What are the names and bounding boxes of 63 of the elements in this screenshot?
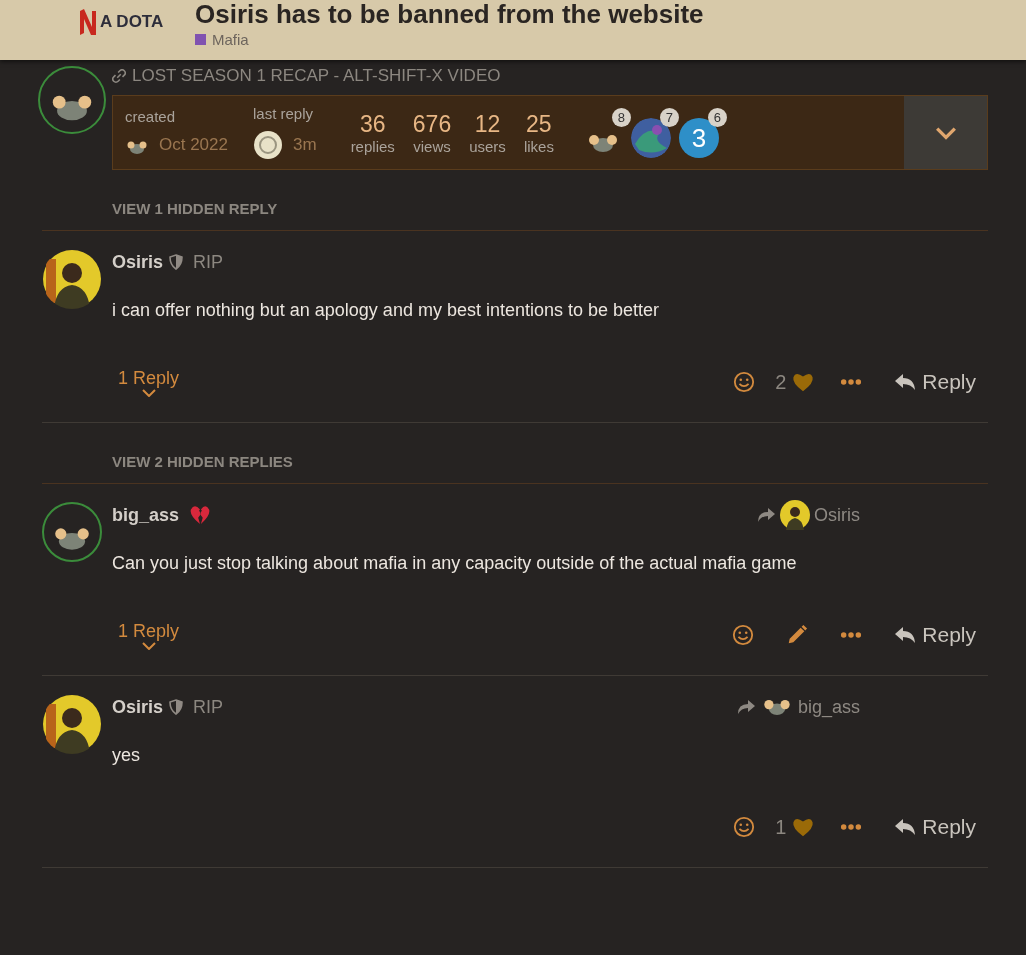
stat-label: likes <box>523 137 554 155</box>
avatar-icon[interactable] <box>38 66 106 134</box>
stat-label: views <box>413 137 451 155</box>
reply-button[interactable]: Reply <box>882 815 988 839</box>
stat-label: replies <box>350 137 395 155</box>
reply-arrow-icon <box>894 626 917 644</box>
avatar-icon <box>780 500 810 530</box>
author-name[interactable]: Osiris <box>112 251 164 273</box>
stat-value: 25 <box>526 110 552 138</box>
last-reply-time: 3m <box>293 135 317 155</box>
user-title: RIP <box>193 251 224 273</box>
last-reply-label: last reply <box>253 105 315 122</box>
avatar-icon[interactable] <box>42 249 102 309</box>
more-icon <box>840 378 863 386</box>
link-icon <box>112 69 126 83</box>
reply-arrow-icon <box>735 699 756 715</box>
topic-link[interactable]: LOST SEASON 1 RECAP - ALT-SHIFT-X VIDEO <box>112 66 501 86</box>
author-name[interactable]: Osiris <box>112 696 164 718</box>
stat-value: 36 <box>359 110 386 138</box>
chevron-down-icon <box>934 125 957 140</box>
avatar-icon[interactable] <box>42 694 102 754</box>
smiley-icon <box>733 371 756 393</box>
created-label: created <box>125 108 177 125</box>
topic-title[interactable]: Osiris has to be banned from the website <box>195 0 704 28</box>
pencil-icon <box>786 624 809 646</box>
post-count-badge: 6 <box>707 107 727 127</box>
reply-button[interactable]: Reply <box>882 370 988 394</box>
smiley-icon <box>732 624 755 646</box>
replies-toggle[interactable]: 1 Reply <box>112 367 186 397</box>
site-logo[interactable]: A DOTA <box>78 5 178 39</box>
hidden-replies-link[interactable]: VIEW 1 HIDDEN REPLY <box>112 200 278 217</box>
like-count[interactable]: 2 <box>775 370 787 394</box>
reply-to-tab[interactable]: big_ass <box>735 696 860 718</box>
smiley-icon <box>733 816 756 838</box>
reply-arrow-icon <box>894 818 917 836</box>
post-count-badge: 7 <box>659 107 679 127</box>
avatar-icon[interactable] <box>253 130 283 160</box>
stat-value: 12 <box>474 110 501 138</box>
more-icon <box>840 631 863 639</box>
avatar-icon <box>763 699 790 715</box>
post-text: Can you just stop talking about mafia in any capacity outside of the actual mafia game <box>112 553 798 575</box>
post-count-badge: 8 <box>611 107 631 127</box>
user-title: RIP <box>193 696 224 718</box>
post-text: yes <box>112 745 141 767</box>
reply-to-tab[interactable]: Osiris <box>756 500 860 530</box>
stat-label: users <box>469 137 506 155</box>
post-text: i can offer nothing but an apology and my best intentions to be better <box>112 300 661 322</box>
created-date: Oct 2022 <box>159 135 228 155</box>
avatar-icon[interactable] <box>42 502 102 562</box>
author-name[interactable]: big_ass <box>112 504 180 526</box>
stat-value: 676 <box>412 110 452 138</box>
category-link[interactable]: Mafia <box>195 31 704 48</box>
chevron-down-icon <box>141 388 156 397</box>
reply-button[interactable]: Reply <box>882 623 988 647</box>
heart-icon <box>792 371 815 393</box>
more-icon <box>840 823 863 831</box>
reply-arrow-icon <box>894 373 917 391</box>
replies-toggle[interactable]: 1 Reply <box>112 620 186 650</box>
heart-icon <box>792 816 815 838</box>
reply-arrow-icon <box>756 507 776 523</box>
chevron-down-icon <box>141 641 156 650</box>
like-count[interactable]: 1 <box>775 815 787 839</box>
hidden-replies-link[interactable]: VIEW 2 HIDDEN REPLIES <box>112 453 293 470</box>
